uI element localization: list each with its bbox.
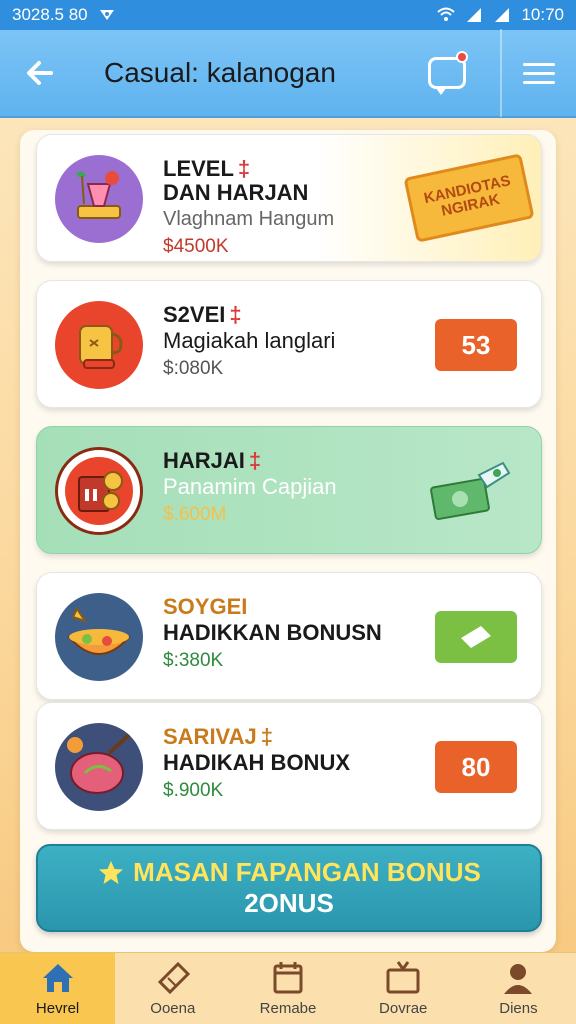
page-title: Casual: kalanogan bbox=[104, 57, 336, 88]
count-badge[interactable]: 80 bbox=[435, 741, 517, 793]
card-title: HARJAI bbox=[163, 448, 245, 473]
cta-text: MASAN FAPANGAN BONUS bbox=[133, 857, 481, 887]
nav-item-home[interactable]: Hevrel bbox=[0, 953, 116, 1024]
status-left-text: 3028.5 80 bbox=[12, 5, 88, 24]
card-title: LEVEL bbox=[163, 156, 234, 181]
card-title-mark: ‡ bbox=[237, 156, 251, 181]
app-bar: Casual: kalanogan bbox=[0, 29, 576, 118]
card-text: SARIVAJ ‡ HADIKAH BONUX $.900K bbox=[163, 725, 423, 805]
food-bowl-icon bbox=[55, 593, 143, 681]
status-left: 3028.5 80 bbox=[12, 5, 116, 25]
nav-label: Diens bbox=[499, 1000, 538, 1017]
card-text: SOYGEI HADIKKAN BONUSN $:380K bbox=[163, 595, 423, 675]
back-arrow-icon bbox=[27, 61, 53, 85]
bottom-nav: Hevrel Ooena Remabe Dovrae Diens bbox=[0, 952, 576, 1024]
nav-item-ooena[interactable]: Ooena bbox=[115, 953, 230, 1024]
profile-icon bbox=[504, 964, 533, 994]
card-price: $4500K bbox=[163, 236, 229, 257]
signal-icon bbox=[467, 8, 482, 22]
card-title-mark: ‡ bbox=[260, 724, 273, 749]
card-subtitle: HADIKKAN BONUSN bbox=[163, 620, 382, 645]
card-title: SARIVAJ bbox=[163, 724, 257, 749]
list-item[interactable]: SOYGEI HADIKKAN BONUSN $:380K bbox=[36, 572, 542, 700]
wifi-icon bbox=[437, 7, 456, 21]
menu-line bbox=[523, 80, 555, 84]
nav-label: Dovrae bbox=[379, 1000, 428, 1017]
nav-item-remabe[interactable]: Remabe bbox=[230, 953, 345, 1024]
count-badge[interactable]: 53 bbox=[435, 319, 517, 371]
card-price: $:080K bbox=[163, 358, 224, 379]
content-panel: LEVEL ‡ DAN HARJAN Vlaghnam Hangum $4500K… bbox=[20, 130, 556, 952]
menu-button[interactable] bbox=[500, 29, 576, 117]
nav-label: Hevrel bbox=[35, 1000, 80, 1017]
ticket-button[interactable] bbox=[435, 611, 517, 663]
card-subtitle: Magiakah langlari bbox=[163, 328, 336, 353]
card-subtitle: Vlaghnam Hangum bbox=[163, 208, 335, 230]
menu-line bbox=[523, 71, 555, 75]
signal2-icon bbox=[495, 8, 510, 22]
money-icon bbox=[430, 461, 511, 520]
card-title-line2: DAN HARJAN bbox=[163, 180, 309, 205]
status-bar: 3028.5 80 10:70 bbox=[0, 0, 576, 30]
card-subtitle: Panamim Capjian bbox=[163, 474, 337, 499]
list-item[interactable]: S2VEI ‡ Magiakah langlari $:080K 53 bbox=[36, 280, 542, 408]
star-icon bbox=[99, 860, 124, 884]
list-item[interactable]: SARIVAJ ‡ HADIKAH BONUX $.900K 80 bbox=[36, 702, 542, 830]
card-text: HARJAI ‡ Panamim Capjian $.600M bbox=[163, 449, 423, 529]
ticket-icon bbox=[461, 626, 491, 648]
back-button[interactable] bbox=[0, 29, 80, 117]
menu-line bbox=[523, 62, 555, 66]
card-price: $.900K bbox=[163, 780, 224, 801]
notification-icon bbox=[99, 10, 114, 20]
bonus-cta-button[interactable]: MASAN FAPANGAN BONUS 2ONUS bbox=[36, 844, 542, 932]
home-icon bbox=[42, 964, 73, 992]
tv-icon bbox=[386, 961, 420, 994]
teapot-icon bbox=[55, 301, 143, 389]
list-item[interactable]: LEVEL ‡ DAN HARJAN Vlaghnam Hangum $4500K… bbox=[36, 134, 542, 262]
card-subtitle: HADIKAH BONUX bbox=[163, 750, 350, 775]
card-title: SOYGEI bbox=[163, 594, 248, 619]
card-title-mark: ‡ bbox=[229, 302, 242, 327]
cta-subtext: 2ONUS bbox=[244, 888, 334, 918]
calendar-icon bbox=[273, 962, 303, 994]
card-text: S2VEI ‡ Magiakah langlari $:080K bbox=[163, 303, 423, 383]
card-text: LEVEL ‡ DAN HARJAN Vlaghnam Hangum $4500K bbox=[163, 157, 423, 261]
nav-item-diens[interactable]: Diens bbox=[461, 953, 576, 1024]
nav-label: Remabe bbox=[259, 1000, 317, 1017]
meat-icon bbox=[55, 723, 143, 811]
cocktail-icon bbox=[55, 155, 143, 243]
notification-dot bbox=[456, 51, 468, 63]
card-price: $.600M bbox=[163, 504, 227, 525]
chat-button[interactable] bbox=[416, 42, 478, 104]
list-item[interactable]: HARJAI ‡ Panamim Capjian $.600M bbox=[36, 426, 542, 554]
card-title-mark: ‡ bbox=[248, 448, 262, 473]
nav-label: Ooena bbox=[150, 1000, 196, 1017]
coin-jar-icon bbox=[55, 447, 143, 535]
nav-item-dovrae[interactable]: Dovrae bbox=[346, 953, 461, 1024]
ticket-icon bbox=[157, 961, 190, 995]
promo-stamp: KANDIOTAS NGIRAK bbox=[403, 153, 535, 243]
card-title: S2VEI bbox=[163, 302, 226, 327]
card-price: $:380K bbox=[163, 650, 224, 671]
status-right: 10:70 bbox=[437, 5, 564, 25]
status-time: 10:70 bbox=[521, 5, 564, 24]
